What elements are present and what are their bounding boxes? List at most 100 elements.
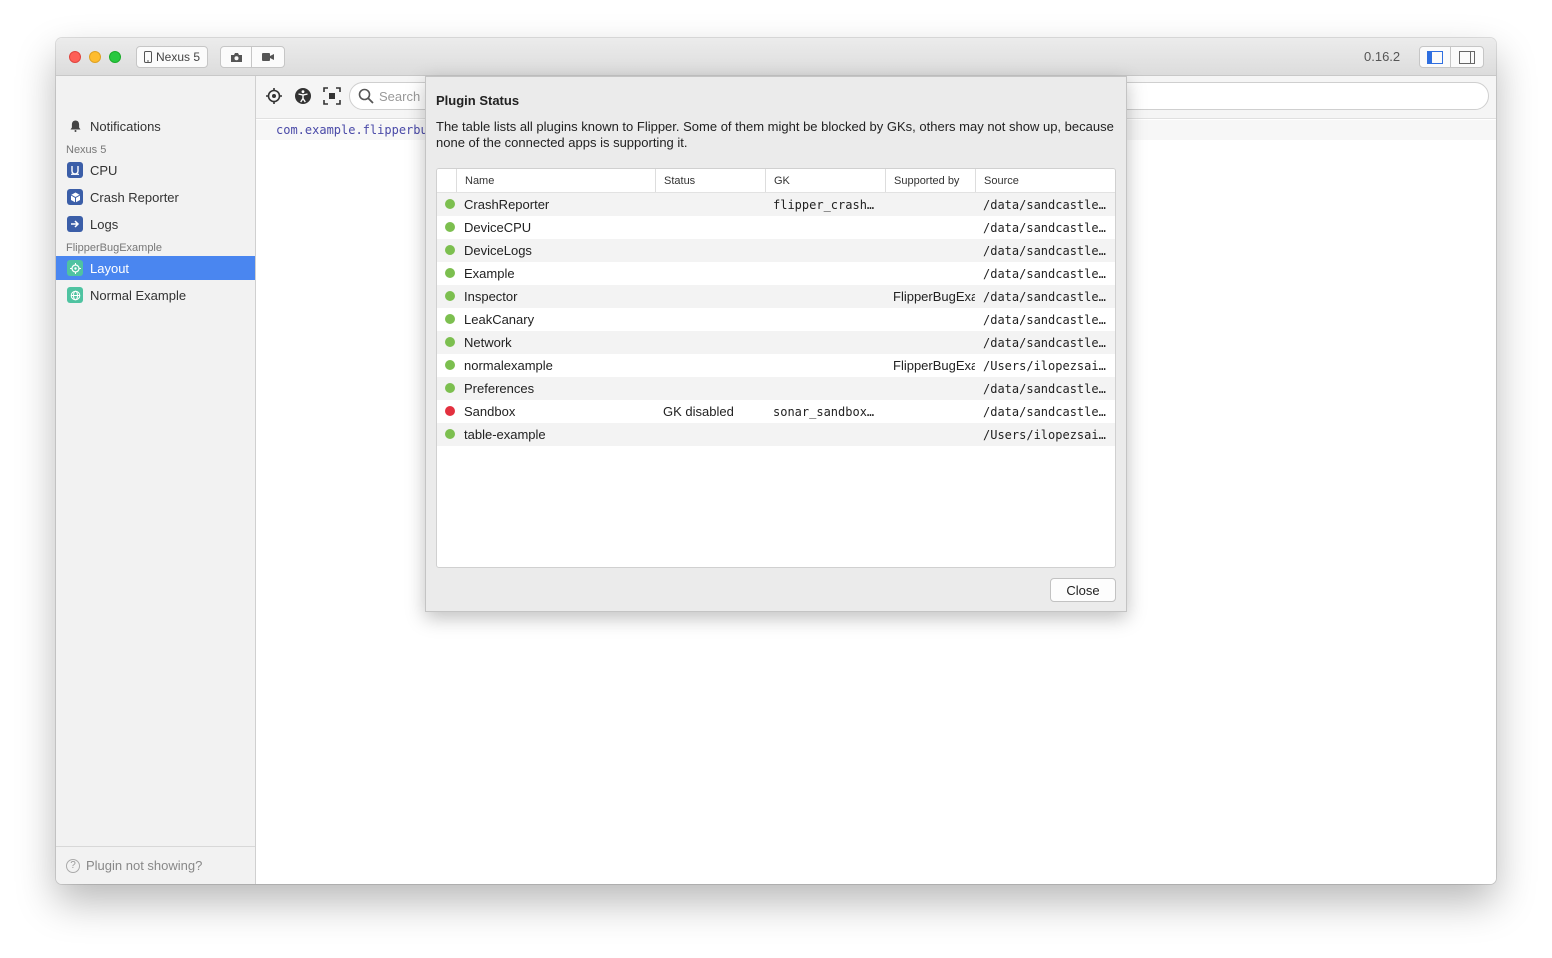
- cell-gk: flipper_crash…: [773, 197, 875, 212]
- sidebar-item-cpu[interactable]: CPU: [56, 158, 255, 182]
- table-row[interactable]: Inspector FlipperBugExa/data/sandcastle…: [437, 285, 1115, 308]
- cell-source: /Users/ilopezsai…: [983, 358, 1106, 373]
- cell-gk: [765, 423, 885, 446]
- status-ok-dot: [445, 429, 455, 439]
- record-video-button[interactable]: [251, 46, 285, 68]
- cell-supported: [885, 423, 975, 446]
- cell-source: /Users/ilopezsai…: [983, 427, 1106, 442]
- sidebar-item-label: Notifications: [90, 118, 161, 134]
- column-header-status[interactable]: Status: [655, 169, 765, 192]
- status-ok-dot: [445, 337, 455, 347]
- left-sidebar-icon: [1427, 50, 1443, 64]
- cell-status: [655, 239, 765, 262]
- cell-gk: [765, 285, 885, 308]
- table-header: Name Status GK Supported by Source: [437, 169, 1115, 193]
- dialog-title: Plugin Status: [436, 93, 520, 108]
- status-ok-dot: [445, 268, 455, 278]
- accessibility-icon[interactable]: [294, 87, 312, 105]
- cell-gk: [765, 331, 885, 354]
- cell-gk: sonar_sandbox…: [773, 404, 875, 419]
- sidebar-group-app: FlipperBugExample: [66, 242, 162, 254]
- table-row[interactable]: Network/data/sandcastle…: [437, 331, 1115, 354]
- status-ok-dot: [445, 360, 455, 370]
- phone-icon: [143, 51, 152, 63]
- cpu-icon: [67, 162, 83, 178]
- status-ok-dot: [445, 199, 455, 209]
- status-ok-dot: [445, 245, 455, 255]
- cell-status: GK disabled: [663, 404, 734, 419]
- logs-icon: [67, 216, 83, 232]
- cell-name: Example: [464, 266, 515, 281]
- cell-gk: [765, 262, 885, 285]
- bell-icon: [67, 118, 83, 134]
- globe-icon: [67, 287, 83, 303]
- cell-source: /data/sandcastle…: [983, 381, 1106, 396]
- cell-source: /data/sandcastle…: [983, 197, 1106, 212]
- cell-gk: [765, 239, 885, 262]
- sidebar-item-label: Logs: [90, 216, 119, 232]
- status-ok-dot: [445, 383, 455, 393]
- zoom-window-button[interactable]: [109, 51, 121, 63]
- table-row[interactable]: normalexample FlipperBugExa/Users/ilopezs…: [437, 354, 1115, 377]
- cell-source: /data/sandcastle…: [983, 312, 1106, 327]
- cell-status: [655, 331, 765, 354]
- toggle-left-sidebar-button[interactable]: [1419, 46, 1451, 68]
- device-label: Nexus 5: [155, 50, 201, 64]
- sidebar-item-normal-example[interactable]: Normal Example: [56, 283, 255, 307]
- cell-status: [655, 377, 765, 400]
- cell-name: Preferences: [464, 381, 535, 396]
- toggle-right-sidebar-button[interactable]: [1450, 46, 1484, 68]
- table-row[interactable]: Sandbox GK disabled sonar_sandbox… /data/sa…: [437, 400, 1115, 423]
- cell-supported: [885, 331, 975, 354]
- close-window-button[interactable]: [69, 51, 81, 63]
- right-sidebar-icon: [1459, 50, 1475, 64]
- camera-icon: [230, 52, 242, 62]
- cell-supported: [885, 193, 975, 216]
- column-header-source[interactable]: Source: [975, 169, 1115, 192]
- title-bar: Nexus 5 0.16.2: [56, 38, 1496, 76]
- cell-gk: [765, 216, 885, 239]
- cell-status: [655, 216, 765, 239]
- cell-source: /data/sandcastle…: [983, 289, 1106, 304]
- status-error-dot: [445, 406, 455, 416]
- dialog-description: The table lists all plugins known to Fli…: [436, 119, 1114, 150]
- table-row[interactable]: DeviceLogs/data/sandcastle…: [437, 239, 1115, 262]
- sidebar-item-notifications[interactable]: Notifications: [56, 114, 255, 138]
- cell-supported: [885, 262, 975, 285]
- device-selector-button[interactable]: Nexus 5: [136, 46, 208, 68]
- cell-gk: [765, 377, 885, 400]
- table-row[interactable]: Preferences/data/sandcastle…: [437, 377, 1115, 400]
- cell-source: /data/sandcastle…: [983, 404, 1106, 419]
- table-row[interactable]: CrashReporter flipper_crash… /data/sandcas…: [437, 193, 1115, 216]
- plugin-status-dialog: Plugin Status The table lists all plugin…: [425, 76, 1127, 612]
- column-header-gk[interactable]: GK: [765, 169, 885, 192]
- minimize-window-button[interactable]: [89, 51, 101, 63]
- table-row[interactable]: LeakCanary/data/sandcastle…: [437, 308, 1115, 331]
- cell-status: [655, 423, 765, 446]
- column-header-supported-by[interactable]: Supported by: [885, 169, 975, 192]
- sidebar-group-nexus5: Nexus 5: [66, 144, 107, 156]
- sidebar-item-crash-reporter[interactable]: Crash Reporter: [56, 185, 255, 209]
- table-row[interactable]: Example/data/sandcastle…: [437, 262, 1115, 285]
- version-label: 0.16.2: [1364, 49, 1401, 64]
- close-button[interactable]: Close: [1050, 578, 1116, 602]
- table-row[interactable]: table-example/Users/ilopezsai…: [437, 423, 1115, 446]
- expand-icon[interactable]: [323, 87, 341, 105]
- target-icon[interactable]: [265, 87, 283, 105]
- plugin-not-showing-link[interactable]: ? Plugin not showing?: [56, 846, 255, 884]
- search-icon: [358, 88, 374, 104]
- sidebar-item-label: Layout: [90, 260, 130, 276]
- sidebar-item-logs[interactable]: Logs: [56, 212, 255, 236]
- cell-source: /data/sandcastle…: [983, 220, 1106, 235]
- table-row[interactable]: DeviceCPU/data/sandcastle…: [437, 216, 1115, 239]
- sidebar-item-layout[interactable]: Layout: [56, 256, 255, 280]
- cell-name: normalexample: [464, 358, 553, 373]
- help-icon: ?: [66, 858, 80, 873]
- cell-name: Inspector: [464, 289, 518, 304]
- column-header-name[interactable]: Name: [456, 169, 655, 192]
- screenshot-button[interactable]: [220, 46, 252, 68]
- cell-status: [655, 308, 765, 331]
- package-name: com.example.flipperbu: [276, 123, 428, 137]
- cell-gk: [765, 308, 885, 331]
- cell-name: DeviceLogs: [464, 243, 532, 258]
